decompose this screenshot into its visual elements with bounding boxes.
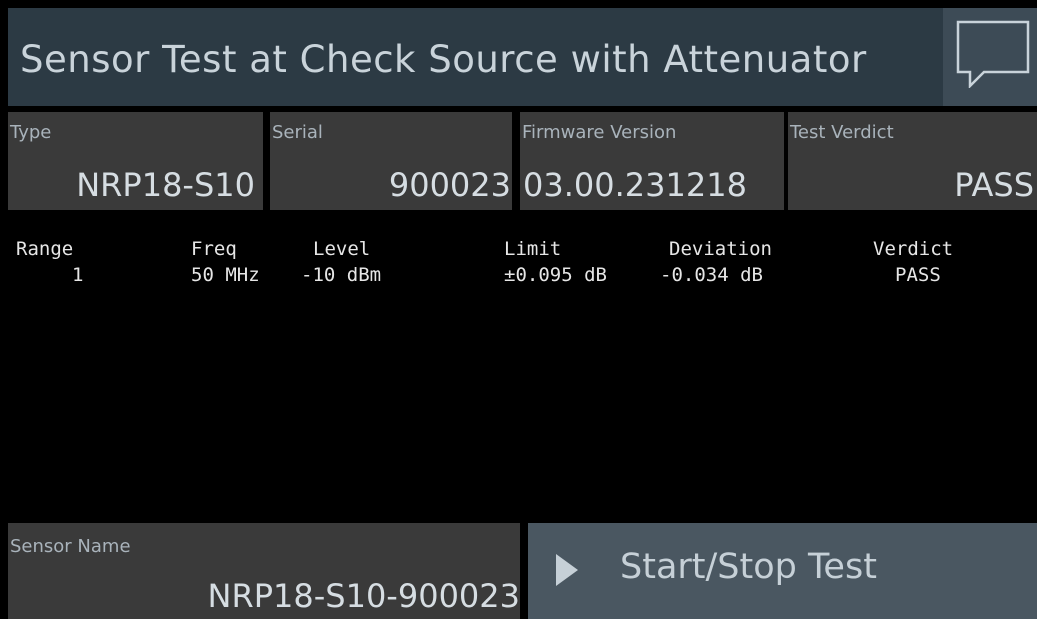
start-stop-test-button[interactable]: Start/Stop Test	[528, 523, 1037, 619]
firmware-value: 03.00.231218	[523, 166, 747, 204]
table-cell-level: -10 dBm	[301, 264, 382, 286]
test-verdict-value: PASS	[954, 166, 1034, 204]
start-stop-test-label: Start/Stop Test	[620, 547, 877, 587]
column-header-limit: Limit	[504, 238, 562, 260]
column-header-level: Level	[313, 238, 371, 260]
serial-label: Serial	[272, 122, 323, 143]
firmware-label: Firmware Version	[522, 122, 677, 143]
serial-value: 900023	[388, 166, 511, 204]
table-cell-verdict: PASS	[895, 264, 941, 286]
sensor-name-label: Sensor Name	[10, 536, 131, 557]
test-verdict-label: Test Verdict	[790, 122, 894, 143]
column-header-deviation: Deviation	[669, 238, 772, 260]
type-label: Type	[10, 122, 52, 143]
table-cell-deviation: -0.034 dB	[660, 264, 763, 286]
title-bar: Sensor Test at Check Source with Attenua…	[8, 8, 1037, 106]
sensor-name-value: NRP18-S10-900023	[207, 577, 520, 615]
speech-bubble-icon	[956, 20, 1030, 88]
type-value: NRP18-S10	[76, 166, 255, 204]
column-header-freq: Freq	[191, 238, 237, 260]
column-header-verdict: Verdict	[873, 238, 954, 260]
screen: Sensor Test at Check Source with Attenua…	[8, 8, 1037, 619]
sensor-name-box: Sensor Name NRP18-S10-900023	[8, 523, 520, 619]
results-table: Range Freq Level Limit Deviation Verdict…	[8, 218, 1037, 523]
table-cell-freq: 50 MHz	[191, 264, 260, 286]
play-icon	[556, 554, 578, 586]
chat-button[interactable]	[943, 8, 1037, 106]
test-verdict-box: Test Verdict PASS	[788, 112, 1037, 210]
type-box: Type NRP18-S10	[8, 112, 263, 210]
column-header-range: Range	[16, 238, 74, 260]
table-cell-limit: ±0.095 dB	[504, 264, 607, 286]
serial-box: Serial 900023	[270, 112, 512, 210]
page-title: Sensor Test at Check Source with Attenua…	[20, 38, 867, 81]
table-cell-range: 1	[72, 264, 84, 286]
firmware-box: Firmware Version 03.00.231218	[520, 112, 784, 210]
